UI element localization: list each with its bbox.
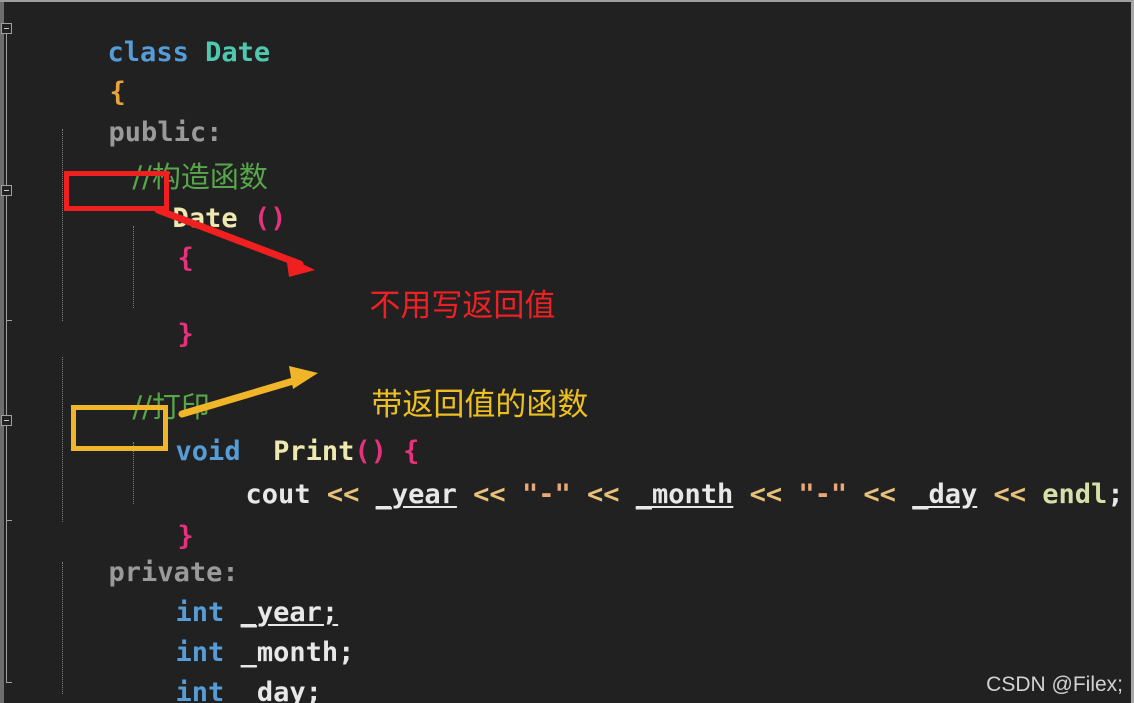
brace-constructor-close: }	[177, 319, 194, 350]
keyword-int-day: int	[175, 677, 225, 703]
code-editor-screenshot: class Date { public: //构造函数 Date () { } …	[0, 0, 1134, 703]
brace-constructor-open: {	[177, 243, 194, 274]
code-line-class-close: };	[12, 686, 142, 703]
member-year-ref: _year	[375, 479, 457, 510]
stream-endl: endl	[1042, 479, 1108, 510]
string-dash-2: "-"	[798, 479, 848, 510]
string-dash-1: "-"	[521, 479, 571, 510]
shift-operator-6: <<	[993, 479, 1027, 510]
member-day-ref: _day	[912, 479, 978, 510]
shift-operator-4: <<	[749, 479, 783, 510]
type-name-date: Date	[205, 37, 271, 68]
shift-operator-3: <<	[587, 479, 620, 510]
shift-operator-2: <<	[473, 479, 506, 510]
annotation-text-with-return-value: 带返回值的函数	[371, 387, 589, 423]
stream-cout: cout	[245, 479, 311, 510]
shift-operator-5: <<	[863, 479, 896, 510]
constructor-parens: ()	[253, 203, 287, 234]
highlight-box-void-keyword	[71, 405, 168, 451]
code-text-layer[interactable]: class Date { public: //构造函数 Date () { } …	[0, 2, 1131, 703]
annotation-text-no-return-value: 不用写返回值	[369, 288, 556, 324]
member-month-ref: _month	[635, 479, 734, 510]
code-line-cout: cout << _year << "-" << _month << "-" <<…	[148, 450, 1124, 540]
highlight-box-constructor-name	[64, 171, 169, 211]
member-declaration-day: _day;	[240, 677, 322, 703]
semicolon-cout: ;	[1107, 479, 1124, 510]
csdn-watermark: CSDN @Filex;	[986, 673, 1123, 696]
shift-operator-1: <<	[326, 479, 360, 510]
